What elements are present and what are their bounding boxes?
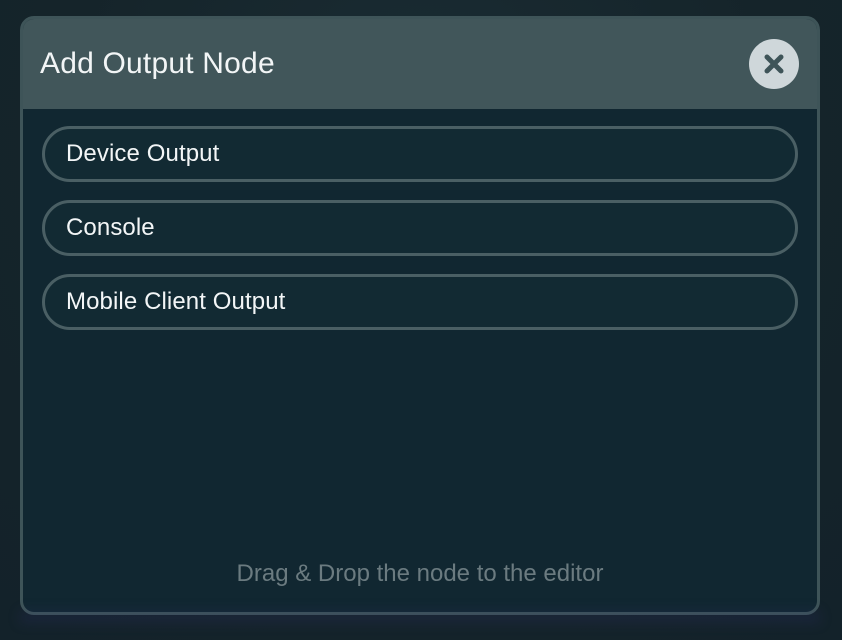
modal-title: Add Output Node <box>40 47 275 80</box>
modal-header: Add Output Node <box>23 19 817 109</box>
node-item-label: Mobile Client Output <box>66 288 286 315</box>
node-item-label: Device Output <box>66 140 220 167</box>
close-button[interactable] <box>749 39 799 89</box>
add-output-node-modal: Add Output Node Device Output Console Mo… <box>20 16 820 615</box>
node-item-device-output[interactable]: Device Output <box>42 126 798 182</box>
close-icon[interactable] <box>762 52 786 76</box>
modal-body: Device Output Console Mobile Client Outp… <box>23 109 817 612</box>
output-node-list: Device Output Console Mobile Client Outp… <box>42 126 798 330</box>
page: Add Output Node Device Output Console Mo… <box>0 0 842 640</box>
node-item-mobile-client-output[interactable]: Mobile Client Output <box>42 274 798 330</box>
drag-drop-hint: Drag & Drop the node to the editor <box>236 560 604 587</box>
node-item-console[interactable]: Console <box>42 200 798 256</box>
node-item-label: Console <box>66 214 155 241</box>
